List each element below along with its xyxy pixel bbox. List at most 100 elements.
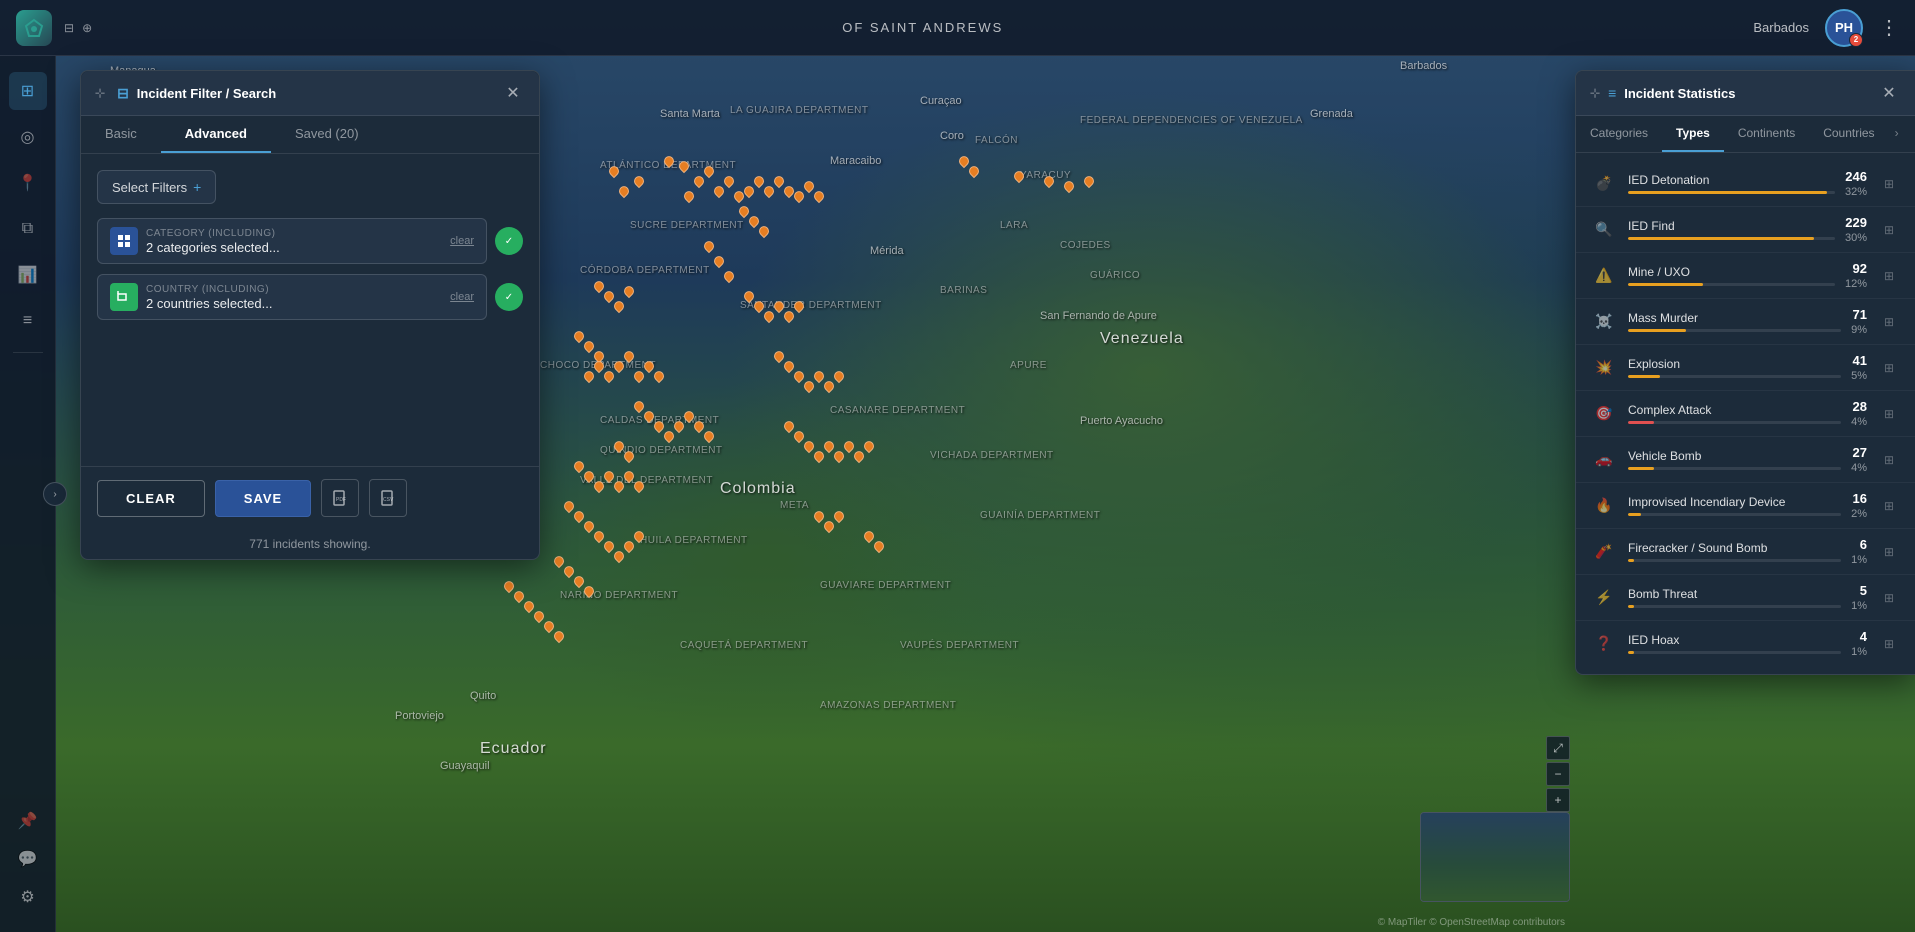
stat-name: Explosion	[1628, 357, 1841, 371]
chart-icon[interactable]: 📊	[9, 256, 47, 294]
stat-count: 5	[1860, 583, 1867, 598]
layers-icon[interactable]: ⧉	[9, 210, 47, 248]
zoom-out-button[interactable]: −	[1546, 762, 1570, 786]
stat-name: IED Hoax	[1628, 633, 1841, 647]
expand-map-button[interactable]: ⤢	[1546, 736, 1570, 760]
stat-row: 🔥 Improvised Incendiary Device 16 2% ⊞	[1576, 483, 1915, 529]
clear-button[interactable]: CLEAR	[97, 480, 205, 517]
stat-row: 🎯 Complex Attack 28 4% ⊞	[1576, 391, 1915, 437]
pin-icon[interactable]: 📌	[9, 802, 47, 840]
stat-action-button[interactable]: ⊞	[1877, 310, 1901, 334]
stat-bar-fill	[1628, 283, 1703, 286]
stat-numbers: 246 32%	[1845, 169, 1867, 198]
settings-icon[interactable]: ⚙	[9, 878, 47, 916]
csv-export-button[interactable]: CSV	[369, 479, 407, 517]
stat-bar-track	[1628, 605, 1841, 608]
stack-icon[interactable]: ≡	[9, 302, 47, 340]
stat-action-button[interactable]: ⊞	[1877, 448, 1901, 472]
tab-countries[interactable]: Countries	[1809, 116, 1888, 152]
stat-name: Mass Murder	[1628, 311, 1841, 325]
stat-type-icon: 💣	[1590, 170, 1618, 198]
stat-info: Bomb Threat	[1628, 587, 1841, 608]
user-avatar[interactable]: PH 2	[1825, 9, 1863, 47]
stat-action-button[interactable]: ⊞	[1877, 540, 1901, 564]
stat-percent: 4%	[1851, 416, 1867, 428]
filter-panel-footer: CLEAR SAVE PDF CSV	[81, 466, 539, 529]
tab-categories[interactable]: Categories	[1576, 116, 1662, 152]
tab-basic[interactable]: Basic	[81, 116, 161, 153]
stat-action-button[interactable]: ⊞	[1877, 632, 1901, 656]
stat-type-icon: 💥	[1590, 354, 1618, 382]
tab-saved[interactable]: Saved (20)	[271, 116, 383, 153]
location-icon[interactable]: ◎	[9, 118, 47, 156]
stat-action-button[interactable]: ⊞	[1877, 494, 1901, 518]
select-filters-button[interactable]: Select Filters +	[97, 170, 216, 204]
tab-advanced[interactable]: Advanced	[161, 116, 271, 153]
stat-type-icon: 🧨	[1590, 538, 1618, 566]
stat-bar-fill	[1628, 375, 1660, 378]
save-button[interactable]: SAVE	[215, 480, 311, 517]
filter-panel-close[interactable]: ✕	[501, 81, 525, 105]
stat-bar-fill	[1628, 191, 1827, 194]
map-pin-icon[interactable]: 📍	[9, 164, 47, 202]
stat-count: 71	[1853, 307, 1867, 322]
stats-drag-handle[interactable]: ⊹	[1590, 86, 1600, 100]
category-filter-label: Category (Including)	[146, 228, 442, 239]
zoom-in-button[interactable]: +	[1546, 788, 1570, 812]
menu-dots[interactable]: ⋮	[1879, 15, 1899, 40]
stat-count: 41	[1853, 353, 1867, 368]
stat-percent: 1%	[1851, 646, 1867, 658]
map-controls-left: ⊟ ⊕	[64, 21, 92, 35]
country-status-indicator: ✓	[495, 283, 523, 311]
tab-continents[interactable]: Continents	[1724, 116, 1809, 152]
stat-count: 16	[1853, 491, 1867, 506]
stat-action-button[interactable]: ⊞	[1877, 172, 1901, 196]
category-filter-value: 2 categories selected...	[146, 240, 442, 255]
filter-icon: ⊟	[117, 85, 129, 102]
stats-panel-close[interactable]: ✕	[1877, 81, 1901, 105]
country-filter-value: 2 countries selected...	[146, 296, 442, 311]
country-filter-chip[interactable]: Country (Including) 2 countries selected…	[97, 274, 487, 320]
stat-name: Firecracker / Sound Bomb	[1628, 541, 1841, 555]
drag-handle[interactable]: ⊹	[95, 86, 105, 100]
stat-action-button[interactable]: ⊞	[1877, 402, 1901, 426]
sidebar-divider	[13, 352, 43, 353]
stat-percent: 1%	[1851, 554, 1867, 566]
stat-row: 🔍 IED Find 229 30% ⊞	[1576, 207, 1915, 253]
country-clear-button[interactable]: clear	[450, 291, 474, 303]
stat-numbers: 28 4%	[1851, 399, 1867, 428]
stat-row: ⚡ Bomb Threat 5 1% ⊞	[1576, 575, 1915, 621]
comment-icon[interactable]: 💬	[9, 840, 47, 878]
stat-name: Vehicle Bomb	[1628, 449, 1841, 463]
category-filter-chip[interactable]: Category (Including) 2 categories select…	[97, 218, 487, 264]
stat-percent: 30%	[1845, 232, 1867, 244]
stat-action-button[interactable]: ⊞	[1877, 264, 1901, 288]
stat-bar-track	[1628, 513, 1841, 516]
grid-icon[interactable]: ⊞	[9, 72, 47, 110]
stat-action-button[interactable]: ⊞	[1877, 586, 1901, 610]
minimap[interactable]	[1420, 812, 1570, 902]
filter-panel-body: Select Filters + Category (Including) 2 …	[81, 154, 539, 466]
svg-text:CSV: CSV	[383, 497, 394, 503]
stat-name: Bomb Threat	[1628, 587, 1841, 601]
stat-percent: 4%	[1851, 462, 1867, 474]
pdf-export-button[interactable]: PDF	[321, 479, 359, 517]
stat-type-icon: 🔍	[1590, 216, 1618, 244]
stat-percent: 12%	[1845, 278, 1867, 290]
stat-action-button[interactable]: ⊞	[1877, 356, 1901, 380]
stat-row: 💣 IED Detonation 246 32% ⊞	[1576, 161, 1915, 207]
stats-panel-title: Incident Statistics	[1624, 86, 1735, 101]
stat-name: Complex Attack	[1628, 403, 1841, 417]
stat-row: 🧨 Firecracker / Sound Bomb 6 1% ⊞	[1576, 529, 1915, 575]
stat-type-icon: ❓	[1590, 630, 1618, 658]
tab-types[interactable]: Types	[1662, 116, 1724, 152]
stat-percent: 1%	[1851, 600, 1867, 612]
stat-type-icon: 🚗	[1590, 446, 1618, 474]
stat-numbers: 229 30%	[1845, 215, 1867, 244]
sidebar-collapse-arrow[interactable]: ›	[43, 482, 67, 506]
stat-action-button[interactable]: ⊞	[1877, 218, 1901, 242]
category-clear-button[interactable]: clear	[450, 235, 474, 247]
tabs-more-arrow[interactable]: ›	[1889, 116, 1905, 152]
svg-text:PDF: PDF	[336, 497, 346, 503]
stat-bar-fill	[1628, 421, 1654, 424]
